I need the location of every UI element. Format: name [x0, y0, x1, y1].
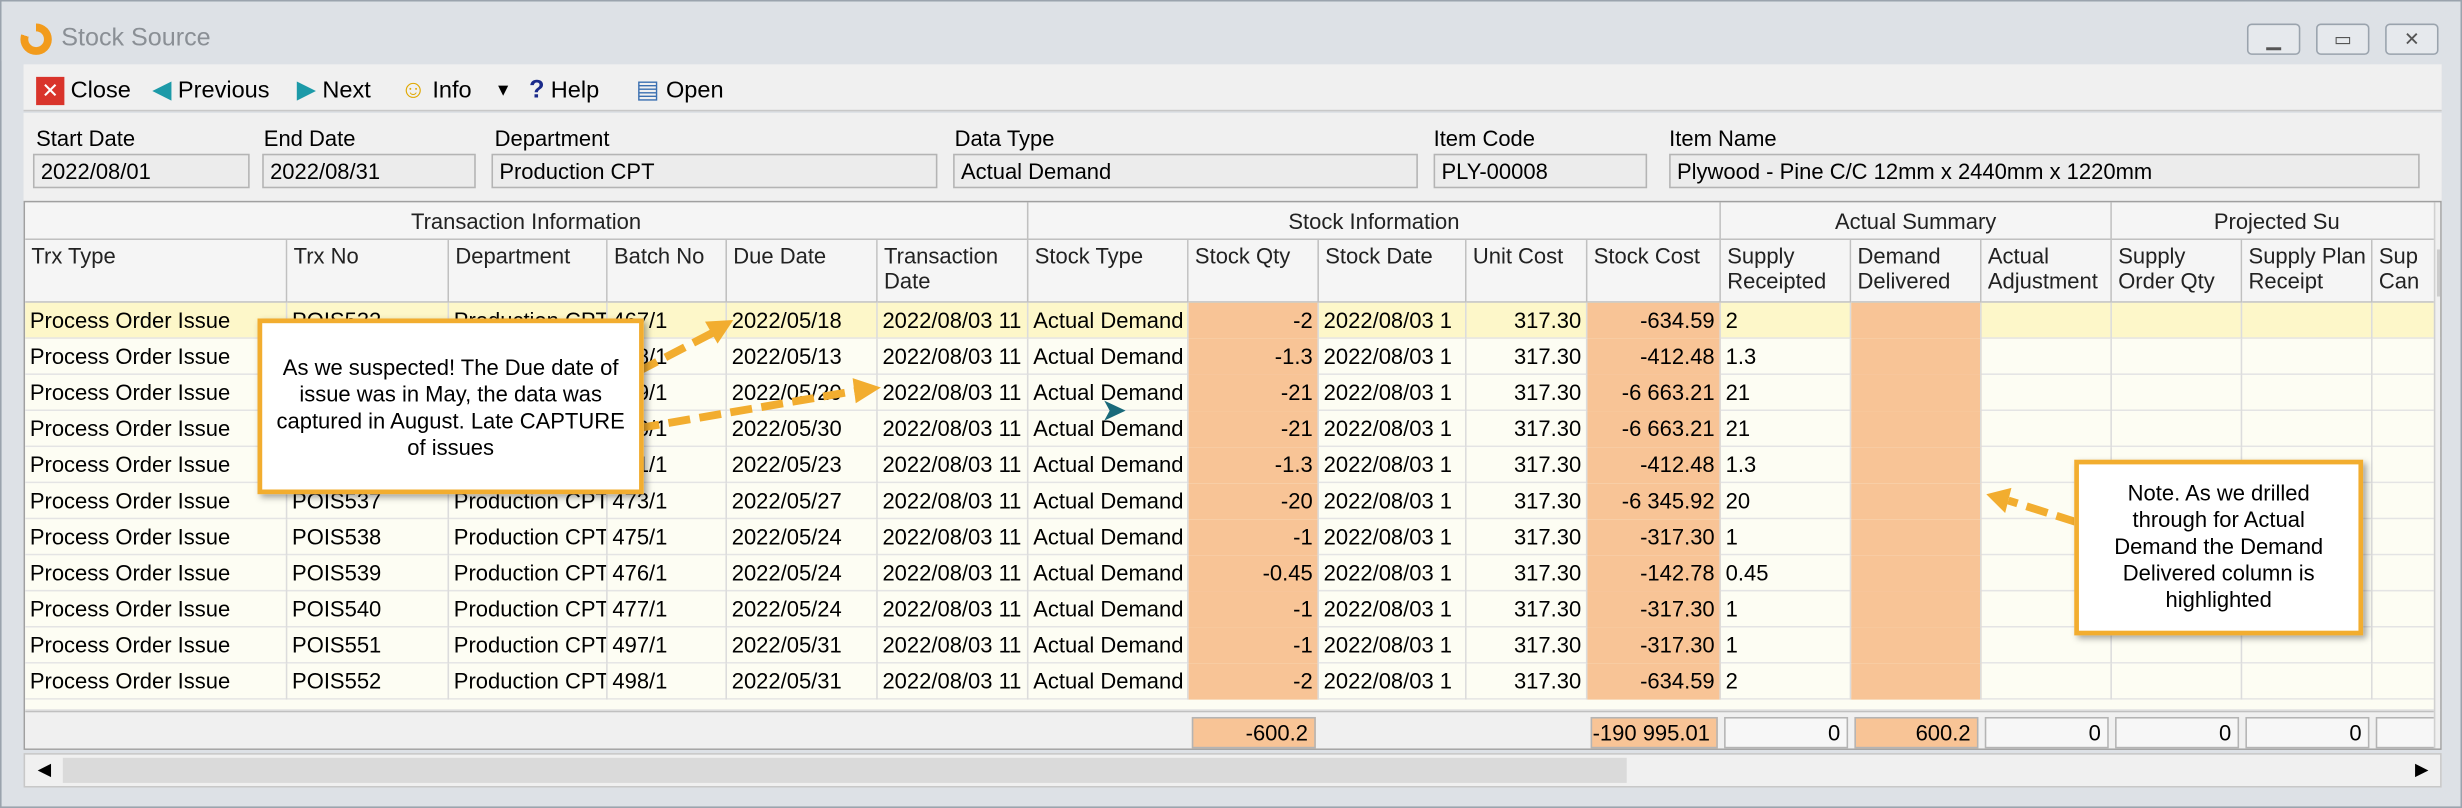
arrow-to-due-date: [635, 327, 718, 376]
stock-source-window: Stock Source ▁ ▭ ✕ ✕ Close ◀ Previous ▶ Nex…: [0, 0, 2462, 808]
callout-late-capture: As we suspected! The Due date of issue w…: [257, 318, 644, 495]
arrow-to-demand-delivered: [2007, 496, 2079, 527]
arrow-to-transaction-date: [636, 386, 858, 433]
callout-demand-delivered: Note. As we drilled through for Actual D…: [2074, 459, 2364, 636]
mouse-cursor-icon: ➤: [1100, 393, 1128, 429]
